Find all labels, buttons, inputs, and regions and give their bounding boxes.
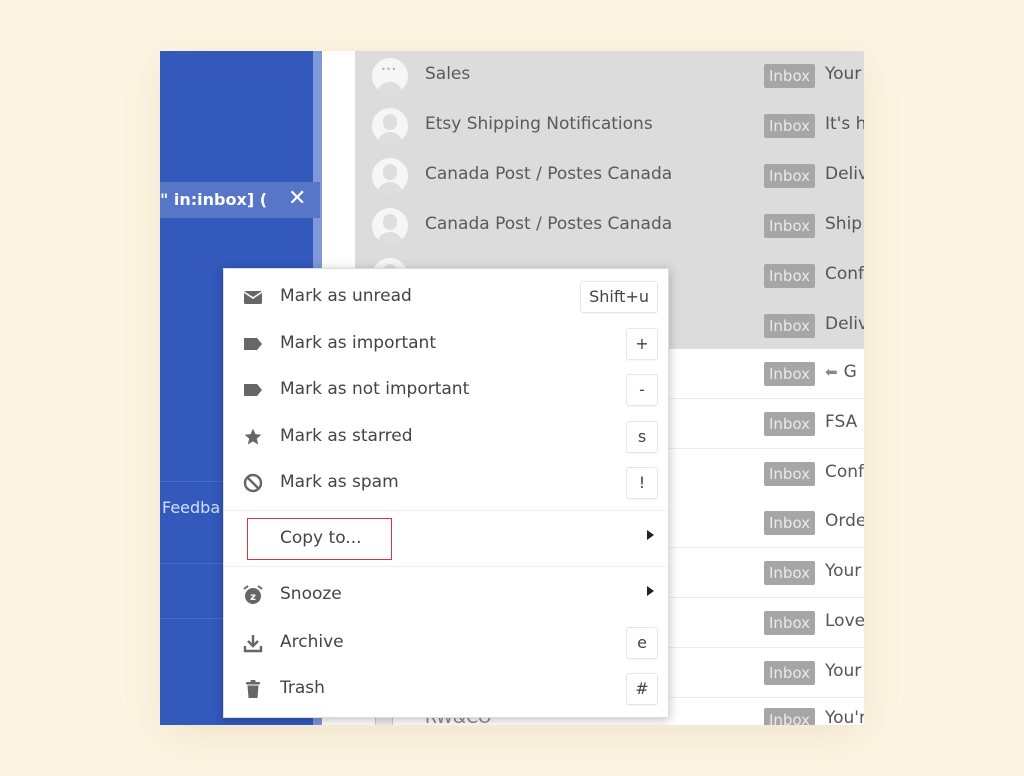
reply-icon: ⬅ bbox=[825, 363, 838, 381]
menu-separator bbox=[224, 510, 668, 511]
message-subject: Your bbox=[825, 561, 862, 581]
label-icon bbox=[242, 379, 264, 401]
message-subject: Your bbox=[825, 661, 862, 681]
message-subject: You'r bbox=[825, 708, 864, 725]
inbox-label-badge: Inbox bbox=[764, 708, 816, 725]
inbox-label-badge: Inbox bbox=[764, 412, 816, 436]
message-subject: Orde bbox=[825, 511, 864, 531]
shortcut-key: s bbox=[626, 421, 658, 453]
menu-item-label: Mark as starred bbox=[280, 426, 413, 446]
message-sender: Etsy Shipping Notifications bbox=[425, 114, 653, 134]
alarm-clock-icon: z bbox=[242, 584, 264, 606]
message-subject-text: G bbox=[843, 362, 857, 382]
label-icon bbox=[242, 333, 264, 355]
menu-item-label: Snooze bbox=[280, 584, 342, 604]
menu-item-snooze[interactable]: z Snooze bbox=[224, 571, 668, 617]
menu-item-label: Mark as important bbox=[280, 333, 436, 353]
inbox-label-badge: Inbox bbox=[764, 214, 816, 238]
context-menu: Mark as unread Shift+u Mark as important… bbox=[223, 268, 669, 718]
menu-item-mark-as-starred[interactable]: Mark as starred s bbox=[224, 413, 668, 459]
menu-item-label: Copy to... bbox=[280, 528, 362, 548]
feedback-link[interactable]: Feedba bbox=[162, 498, 220, 517]
message-subject: It's h bbox=[825, 114, 864, 134]
shortcut-key: + bbox=[626, 328, 658, 360]
inbox-label-badge: Inbox bbox=[764, 164, 816, 188]
block-icon bbox=[242, 472, 264, 494]
message-row[interactable]: Canada Post / Postes Canada Inbox Ship bbox=[355, 201, 864, 251]
trash-icon bbox=[242, 678, 264, 700]
search-query-text: " in:inbox] ( bbox=[160, 190, 268, 209]
envelope-icon bbox=[242, 286, 264, 308]
avatar bbox=[372, 58, 408, 94]
shortcut-key: # bbox=[626, 673, 658, 705]
menu-item-mark-as-spam[interactable]: Mark as spam ! bbox=[224, 459, 668, 505]
avatar bbox=[372, 108, 408, 144]
message-sender: Sales bbox=[425, 64, 471, 84]
search-filter-chip[interactable]: " in:inbox] ( ✕ bbox=[160, 182, 320, 218]
avatar bbox=[372, 208, 408, 244]
menu-item-mark-as-unread[interactable]: Mark as unread Shift+u bbox=[224, 273, 668, 319]
message-sender: Canada Post / Postes Canada bbox=[425, 214, 673, 234]
message-subject: Deliv bbox=[825, 164, 864, 184]
menu-item-trash[interactable]: Trash # bbox=[224, 665, 668, 711]
menu-separator bbox=[224, 566, 668, 567]
message-row[interactable]: Canada Post / Postes Canada Inbox Deliv bbox=[355, 151, 864, 201]
menu-item-archive[interactable]: Archive e bbox=[224, 619, 668, 665]
inbox-label-badge: Inbox bbox=[764, 64, 816, 88]
close-icon[interactable]: ✕ bbox=[288, 186, 306, 211]
message-subject: Conf bbox=[825, 462, 864, 482]
menu-item-mark-as-not-important[interactable]: Mark as not important - bbox=[224, 366, 668, 412]
message-subject: Conf bbox=[825, 264, 864, 284]
message-row[interactable]: Sales Inbox Your bbox=[355, 51, 864, 101]
archive-download-icon bbox=[242, 632, 264, 654]
menu-item-label: Mark as unread bbox=[280, 286, 412, 306]
inbox-label-badge: Inbox bbox=[764, 561, 816, 585]
inbox-label-badge: Inbox bbox=[764, 264, 816, 288]
shortcut-key: ! bbox=[626, 467, 658, 499]
menu-item-label: Mark as not important bbox=[280, 379, 470, 399]
submenu-arrow-icon bbox=[647, 586, 654, 596]
message-sender: Canada Post / Postes Canada bbox=[425, 164, 673, 184]
menu-item-label: Mark as spam bbox=[280, 472, 399, 492]
inbox-label-badge: Inbox bbox=[764, 114, 816, 138]
inbox-label-badge: Inbox bbox=[764, 661, 816, 685]
inbox-label-badge: Inbox bbox=[764, 611, 816, 635]
app-window: " in:inbox] ( ✕ Feedba Sales Inbox Your … bbox=[160, 51, 864, 725]
menu-item-label: Archive bbox=[280, 632, 344, 652]
avatar bbox=[372, 158, 408, 194]
message-subject: Ship bbox=[825, 214, 863, 234]
message-subject: ⬅ G bbox=[825, 362, 857, 382]
inbox-label-badge: Inbox bbox=[764, 362, 816, 386]
shortcut-key: e bbox=[626, 627, 658, 659]
message-subject: FSA bbox=[825, 412, 858, 432]
star-icon bbox=[242, 426, 264, 448]
submenu-arrow-icon bbox=[647, 530, 654, 540]
message-subject: Deliv bbox=[825, 314, 864, 334]
message-row[interactable]: Etsy Shipping Notifications Inbox It's h bbox=[355, 101, 864, 151]
svg-text:z: z bbox=[250, 592, 256, 603]
shortcut-key: - bbox=[626, 374, 658, 406]
inbox-label-badge: Inbox bbox=[764, 511, 816, 535]
menu-item-copy-to[interactable]: Copy to... bbox=[224, 515, 668, 561]
menu-item-label: Trash bbox=[280, 678, 325, 698]
inbox-label-badge: Inbox bbox=[764, 462, 816, 486]
menu-item-mark-as-important[interactable]: Mark as important + bbox=[224, 320, 668, 366]
inbox-label-badge: Inbox bbox=[764, 314, 816, 338]
shortcut-key: Shift+u bbox=[580, 281, 658, 313]
message-subject: Your bbox=[825, 64, 862, 84]
message-subject: Love bbox=[825, 611, 864, 631]
